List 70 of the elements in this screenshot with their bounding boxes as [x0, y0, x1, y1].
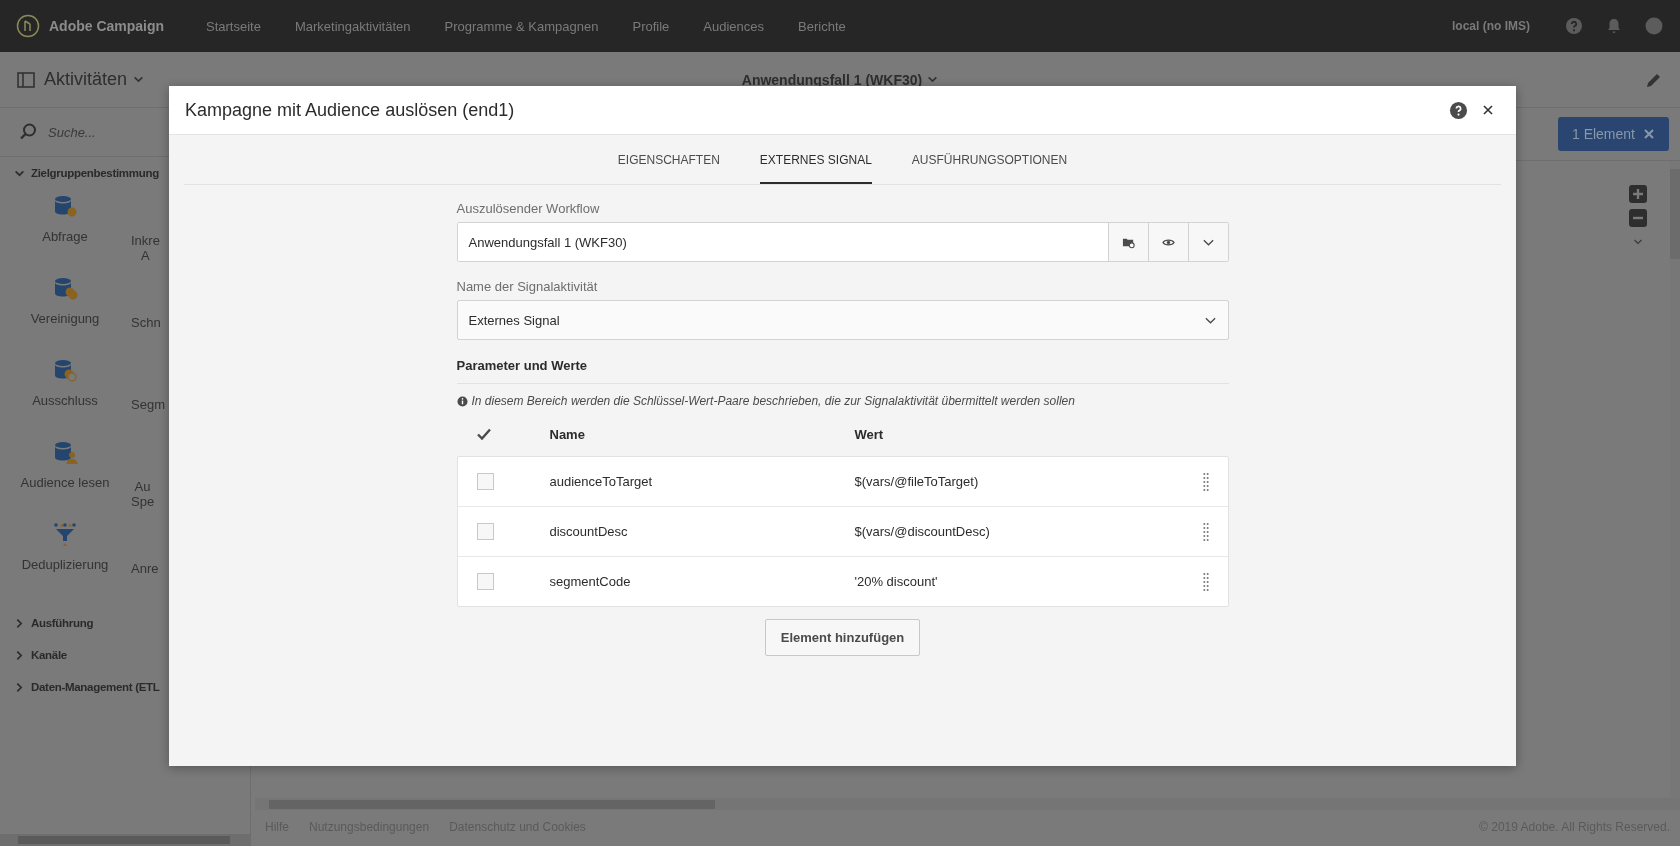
activity-label[interactable]: Schn — [131, 315, 161, 330]
activities-menu-button[interactable]: Aktivitäten — [16, 69, 145, 90]
column-header: Name — [549, 426, 586, 442]
field-label: Name der Signalaktivität — [456, 279, 599, 294]
activity-label[interactable]: Segm — [131, 397, 165, 412]
activity-label[interactable]: Abfrage — [42, 229, 88, 244]
nav-link[interactable]: Berichte — [798, 18, 846, 34]
nav-link[interactable]: Startseite — [206, 18, 261, 34]
info-icon — [456, 395, 468, 407]
close-icon — [1643, 128, 1655, 140]
chevron-right-icon — [14, 681, 25, 693]
activity-label[interactable]: Audience lesen — [20, 475, 110, 490]
chevron-right-icon — [14, 617, 25, 629]
section-header[interactable]: Kanäle — [0, 639, 83, 671]
nav-link[interactable]: Audiences — [703, 18, 765, 34]
database-icon[interactable] — [52, 193, 78, 219]
signal-dropdown[interactable]: Externes Signal — [456, 300, 1229, 340]
chevron-right-icon — [14, 649, 25, 661]
dialog-title: Kampagne mit Audience auslösen (end1) — [185, 99, 516, 121]
tab[interactable]: EXTERNES SIGNAL — [759, 135, 872, 184]
checkbox[interactable] — [476, 573, 494, 590]
table-cell-text: segmentCode — [549, 574, 632, 589]
drag-handle-icon[interactable] — [1202, 471, 1209, 492]
checkbox[interactable] — [476, 523, 494, 540]
column-header: Wert — [854, 426, 884, 442]
activity-label[interactable]: Vereinigung — [30, 311, 100, 326]
nav-link[interactable]: Marketingaktivitäten — [294, 18, 411, 34]
tab[interactable]: EIGENSCHAFTEN — [617, 135, 720, 184]
chevron-down-icon — [927, 74, 939, 85]
scrollbar[interactable] — [0, 834, 250, 846]
info-text: In diesem Bereich werden die Schlüssel-Wert-Paare beschrieben, die zur Signalaktivität übermittelt werden sollen — [471, 394, 1075, 408]
drag-handle-icon[interactable] — [1202, 571, 1209, 592]
field-label: Auszulösender Workflow — [456, 201, 601, 216]
chevron-down-icon — [133, 74, 145, 85]
section-heading: Parameter und Werte — [456, 358, 1229, 384]
user-name: local (no IMS) — [1452, 19, 1530, 33]
logo-icon — [16, 14, 40, 38]
avatar-icon[interactable] — [1644, 16, 1664, 36]
nav-link[interactable]: Profile — [632, 18, 670, 34]
help-icon[interactable] — [1449, 100, 1468, 120]
table-cell-text: $(vars/@fileToTarget) — [854, 474, 980, 489]
tab[interactable]: AUSFÜHRUNGSOPTIONEN — [911, 135, 1068, 184]
selection-button[interactable]: 1 Element — [1557, 117, 1669, 151]
zoom-out-icon[interactable] — [1629, 209, 1647, 227]
activity-label[interactable]: Au Spe — [131, 479, 155, 509]
panel-icon — [16, 69, 36, 90]
zoom-in-icon[interactable] — [1629, 185, 1647, 203]
database-icon[interactable] — [52, 275, 78, 301]
drag-handle-icon[interactable] — [1202, 521, 1209, 542]
app-name: Adobe Campaign — [49, 18, 165, 34]
activity-label[interactable]: Deduplizierung — [21, 557, 109, 572]
database-icon[interactable] — [52, 439, 78, 465]
database-icon[interactable] — [52, 357, 78, 383]
table-cell-text: '20% discount' — [854, 574, 939, 589]
nav-link[interactable]: Programme & Kampagnen — [444, 18, 599, 34]
section-header[interactable]: Ausführung — [0, 607, 110, 639]
checkmark-icon[interactable] — [475, 426, 492, 442]
search-field[interactable]: Suche... — [46, 123, 200, 141]
activity-label[interactable]: Ausschluss — [32, 393, 98, 408]
funnel-icon[interactable] — [52, 521, 78, 547]
activity-label[interactable]: Anre — [131, 561, 159, 576]
chevron-down-icon[interactable] — [1633, 237, 1643, 247]
checkbox[interactable] — [476, 473, 494, 490]
add-element-button[interactable]: Element hinzufügen — [764, 619, 921, 656]
search-icon — [18, 122, 38, 142]
table-cell-text: audienceToTarget — [549, 474, 654, 489]
activity-label[interactable]: Inkre A — [131, 233, 160, 263]
close-icon[interactable] — [1482, 104, 1494, 116]
table-cell-text: $(vars/@discountDesc) — [854, 524, 991, 539]
table-cell-text: discountDesc — [549, 524, 629, 539]
